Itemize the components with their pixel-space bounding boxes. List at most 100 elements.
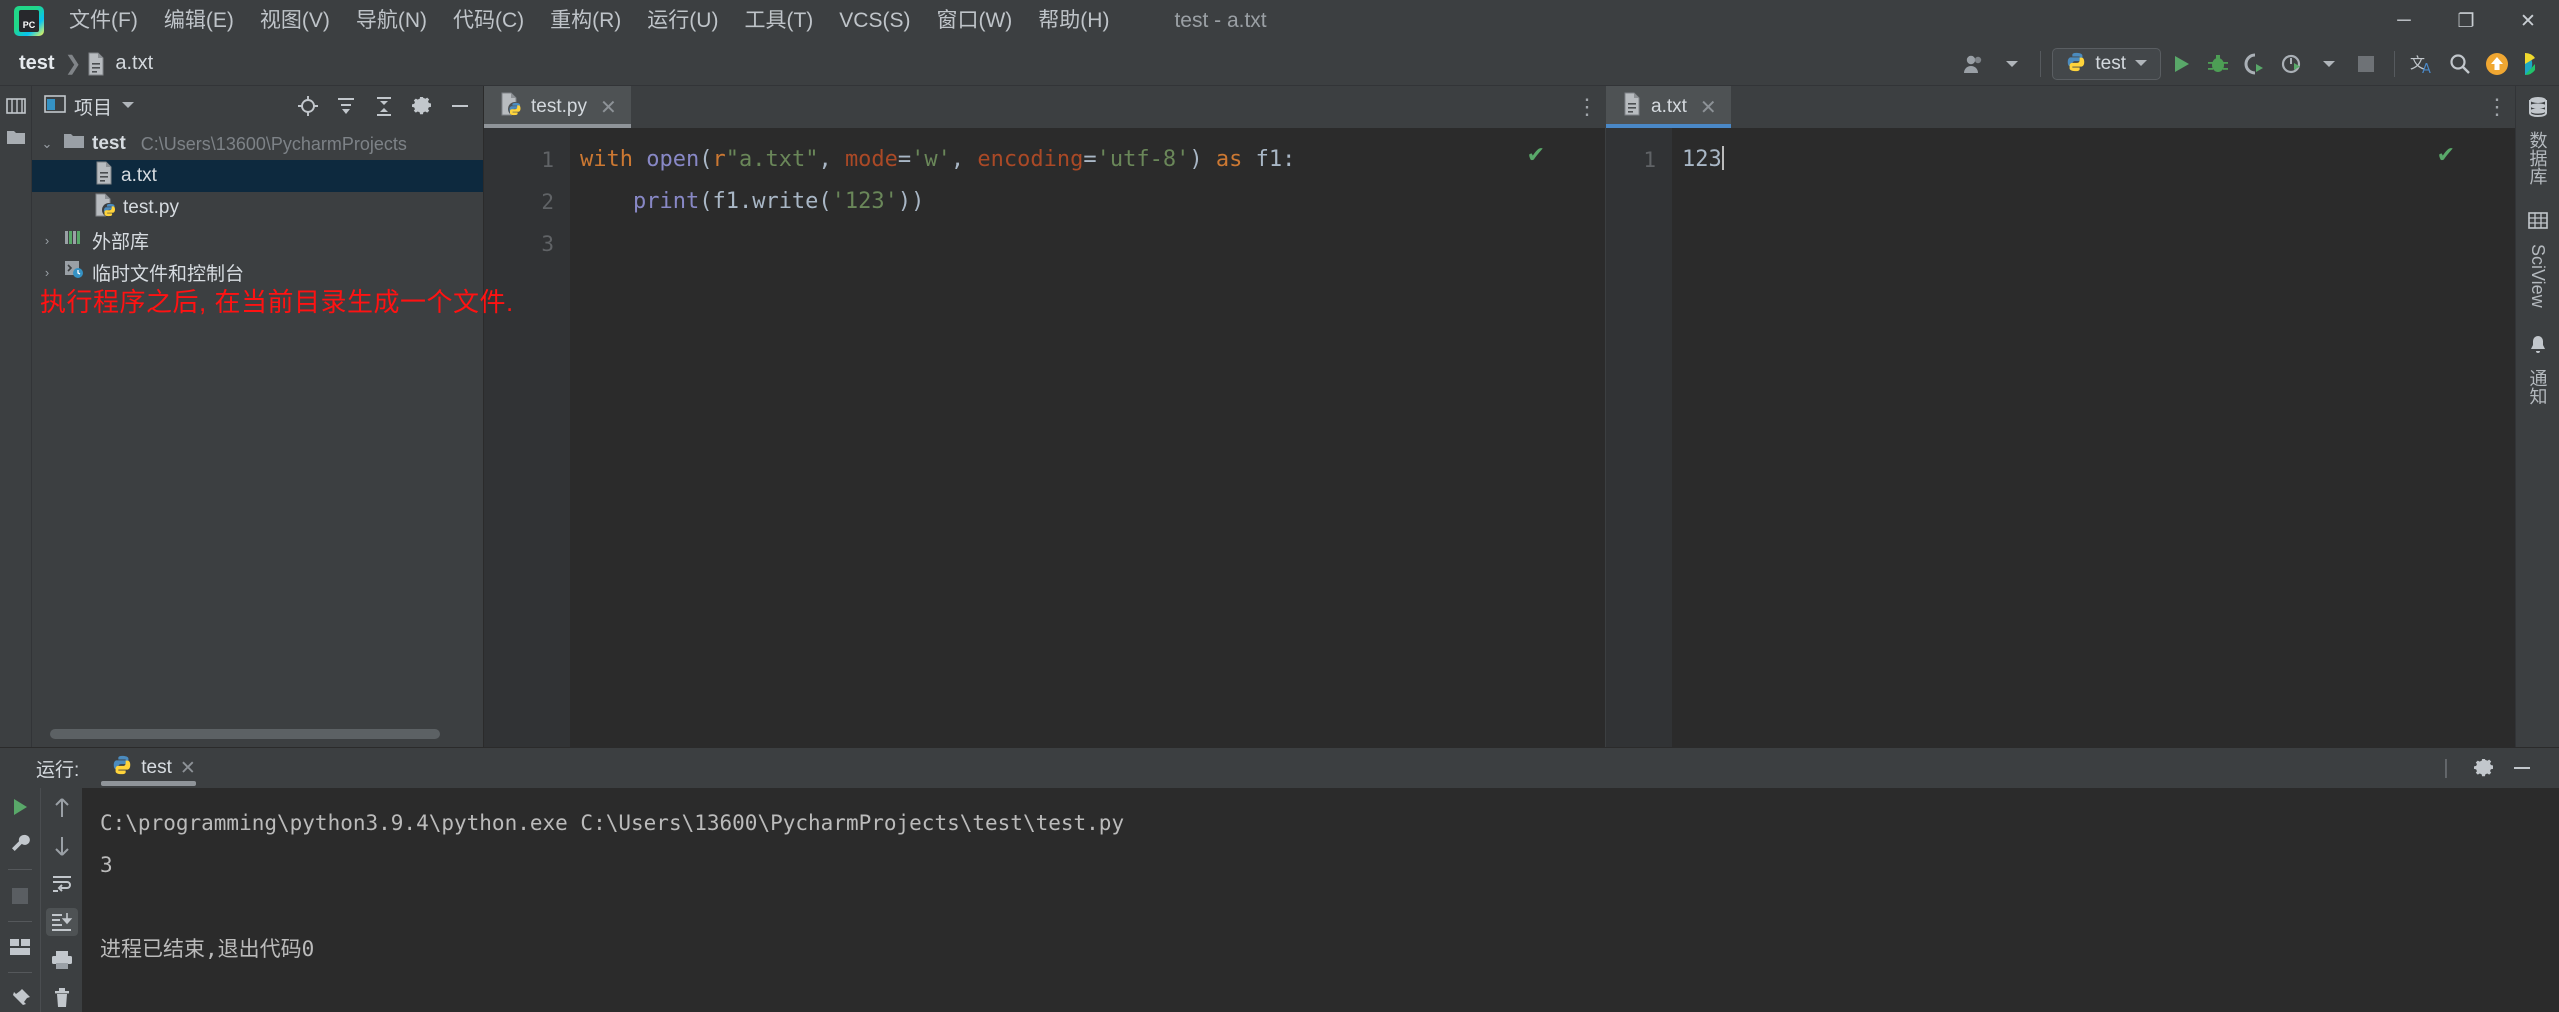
run-panel-body: C:\programming\python3.9.4\python.exe C:… [0, 788, 2559, 1012]
menu-item-file[interactable]: 文件(F) [56, 4, 151, 38]
python-file-icon [94, 193, 116, 223]
text-content-a-txt[interactable]: 123 [1672, 128, 2515, 747]
code-token: with [580, 147, 647, 172]
code-line: with open(r"a.txt", mode='w', encoding='… [580, 139, 1605, 181]
menu-item-view[interactable]: 视图(V) [247, 4, 343, 38]
code-content-test-py[interactable]: with open(r"a.txt", mode='w', encoding='… [570, 128, 1605, 747]
layout-icon[interactable] [4, 934, 36, 961]
project-dropdown-icon[interactable] [120, 97, 136, 115]
run-configuration-selector[interactable]: test [2052, 48, 2161, 80]
run-toolbar-primary [0, 788, 40, 1012]
menu-item-window[interactable]: 窗口(W) [923, 4, 1025, 38]
code-token: = [897, 147, 912, 172]
breadcrumb-item-file[interactable]: a.txt [110, 52, 158, 75]
account-icon[interactable] [1958, 47, 1992, 81]
search-icon[interactable] [2443, 47, 2477, 81]
locate-icon[interactable] [293, 91, 323, 121]
gear-icon[interactable] [2465, 748, 2503, 788]
expand-all-icon[interactable] [331, 91, 361, 121]
chevron-down-icon [2134, 55, 2148, 73]
scroll-to-end-icon[interactable] [45, 908, 78, 936]
tree-label-test: test [92, 133, 126, 154]
menu-item-refactor[interactable]: 重构(R) [537, 4, 634, 38]
pycharm-logo-text: PC [19, 10, 39, 32]
pin-icon[interactable] [4, 985, 36, 1012]
menu-item-help[interactable]: 帮助(H) [1025, 4, 1122, 38]
project-panel-header: 项目 [32, 86, 483, 126]
console-output[interactable]: C:\programming\python3.9.4\python.exe C:… [82, 788, 2559, 1012]
menu-item-tools[interactable]: 工具(T) [731, 4, 826, 38]
project-horizontal-scrollbar[interactable] [50, 729, 450, 739]
tree-row-test-py[interactable]: test.py [32, 192, 483, 224]
chevron-right-icon[interactable]: › [38, 233, 56, 248]
run-panel: 运行: test ✕ | C:\programming\python3.9.4\… [0, 747, 2559, 1012]
console-line: C:\programming\python3.9.4\python.exe C:… [100, 811, 1125, 835]
menu-item-edit[interactable]: 编辑(E) [151, 4, 247, 38]
code-token: (f1.write( [699, 189, 832, 214]
tab-label-test-py: test.py [531, 96, 587, 117]
database-icon [2527, 96, 2549, 123]
code-token: encoding [977, 147, 1084, 172]
code-token: as [1215, 147, 1256, 172]
debug-icon[interactable] [2201, 47, 2235, 81]
run-icon[interactable] [2164, 47, 2198, 81]
print-icon[interactable] [46, 946, 78, 974]
hide-panel-icon[interactable] [445, 91, 475, 121]
text-file-icon [1622, 92, 1642, 122]
profile-dropdown-icon[interactable] [2312, 47, 2346, 81]
tree-row-external-libraries[interactable]: › 外部库 [32, 224, 483, 256]
maximize-button[interactable]: ❐ [2435, 0, 2497, 42]
chevron-right-icon[interactable]: › [38, 265, 56, 280]
menu-item-code[interactable]: 代码(C) [440, 4, 537, 38]
tab-test-py[interactable]: test.py ✕ [484, 86, 631, 128]
breadcrumb: test ❯ a.txt [14, 51, 158, 76]
tab-a-txt[interactable]: a.txt ✕ [1606, 86, 1731, 128]
editor-area: test.py ✕ ⋮ 1 2 3 with open(r"a.txt", mode… [484, 86, 2515, 747]
settings-wrench-icon[interactable] [4, 831, 36, 858]
coverage-icon[interactable] [2238, 47, 2272, 81]
profile-icon[interactable] [2275, 47, 2309, 81]
project-tool-icon[interactable] [3, 124, 29, 150]
account-dropdown-icon[interactable] [1995, 47, 2029, 81]
text-file-icon [86, 52, 106, 76]
menu-item-navigate[interactable]: 导航(N) [343, 4, 440, 38]
structure-tool-icon[interactable] [3, 94, 29, 120]
soft-wrap-icon[interactable] [46, 870, 78, 898]
gear-icon[interactable] [407, 91, 437, 121]
update-icon[interactable] [2480, 47, 2514, 81]
menu-item-vcs[interactable]: VCS(S) [826, 4, 923, 38]
tool-button-notifications[interactable]: 通知 [2525, 334, 2551, 405]
close-icon[interactable]: ✕ [180, 757, 196, 780]
editor-body-a-txt[interactable]: 1 123 ✔ [1606, 128, 2515, 747]
window-title: test - a.txt [1174, 9, 1267, 32]
menu-item-run[interactable]: 运行(U) [634, 4, 731, 38]
down-arrow-icon[interactable] [46, 832, 78, 860]
editor-options-icon[interactable]: ⋮ [2479, 86, 2515, 128]
collapse-all-icon[interactable] [369, 91, 399, 121]
tree-label-external-libraries: 外部库 [92, 231, 150, 253]
close-button[interactable]: ✕ [2497, 0, 2559, 42]
code-token: = [1083, 147, 1097, 172]
console-line: 3 [100, 853, 113, 877]
run-panel-header: 运行: test ✕ | [0, 748, 2559, 788]
run-tab-test[interactable]: test ✕ [101, 748, 206, 788]
tree-row-project[interactable]: ⌄ test C:\Users\13600\PycharmProjects [32, 128, 483, 160]
editor-body-test-py[interactable]: 123 with open(r"a.txt", mode='w', encodi… [484, 128, 1605, 747]
close-icon[interactable]: ✕ [1700, 95, 1717, 120]
minimize-button[interactable]: ─ [2373, 0, 2435, 42]
translate-icon[interactable]: 文A [2406, 47, 2440, 81]
tool-button-sciview[interactable]: SciView [2527, 211, 2549, 308]
rerun-icon[interactable] [4, 794, 36, 821]
close-icon[interactable]: ✕ [600, 95, 617, 120]
tool-button-database[interactable]: 数据库 [2525, 96, 2551, 185]
tree-row-a-txt[interactable]: a.txt [32, 160, 483, 192]
ide-feature-icon[interactable] [2517, 47, 2551, 81]
up-arrow-icon[interactable] [46, 794, 78, 822]
chevron-down-icon[interactable]: ⌄ [38, 136, 56, 152]
editor-options-icon[interactable]: ⋮ [1569, 86, 1605, 128]
hide-panel-icon[interactable] [2503, 748, 2541, 788]
breadcrumb-item-project[interactable]: test [14, 52, 60, 75]
code-token: "a.txt" [725, 147, 819, 172]
trash-icon[interactable] [46, 984, 78, 1012]
